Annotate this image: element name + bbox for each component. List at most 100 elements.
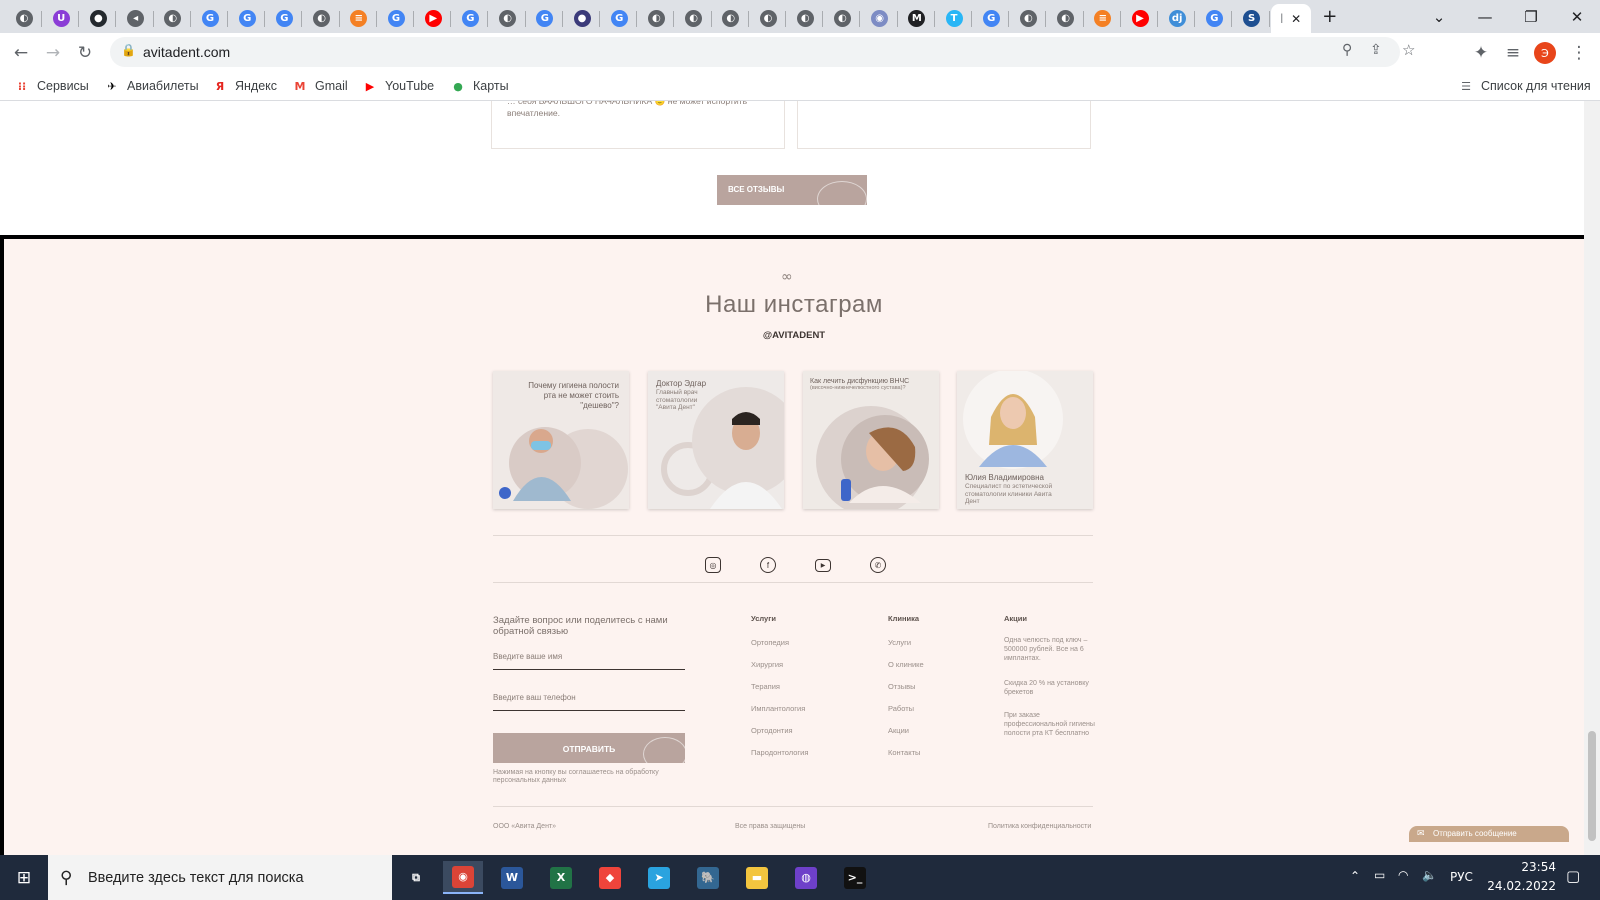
bookmark-item[interactable]: ● Карты [450,78,508,94]
browser-tab[interactable]: ◉ [862,4,898,33]
browser-tab[interactable]: ◐ [750,4,786,33]
browser-tab[interactable]: G [378,4,414,33]
browser-tab[interactable]: ≡ [1085,4,1121,33]
browser-tab[interactable]: G [229,4,266,33]
explorer-taskbar-button[interactable]: ▬ [737,861,777,894]
restore-button[interactable]: ❐ [1508,0,1554,33]
address-bar[interactable]: 🔒 avitadent.com ⚲ ⇪ ☆ [110,37,1415,67]
instagram-post-2[interactable]: Доктор Эдгар Главный врач стоматологии "… [648,371,784,509]
browser-tab[interactable]: G [527,4,563,33]
postgres-taskbar-button[interactable]: 🐘 [688,861,728,894]
telegram-taskbar-button[interactable]: ➤ [639,861,679,894]
facebook-icon[interactable]: f [760,557,776,573]
menu-kebab-icon[interactable]: ⋮ [1566,40,1592,66]
privacy-policy-link[interactable]: Политика конфиденциальности [988,823,1091,830]
browser-tab[interactable]: ◐ [490,4,526,33]
bookmark-item[interactable]: ✈ Авиабилеты [104,78,198,94]
reading-list-button[interactable]: ☰ Список для чтения [1458,78,1591,94]
browser-tab[interactable]: ● [564,4,600,33]
browser-tab[interactable]: G [452,4,489,33]
youtube-icon[interactable]: ▶ [815,559,831,572]
services-link-surgery[interactable]: Хирургия [751,660,783,669]
browser-tab[interactable]: U [43,4,80,33]
instagram-post-3[interactable]: Как лечить дисфункцию ВНЧС (височно-нижн… [803,371,939,509]
task-view-taskbar-button[interactable]: ⧉ [396,861,436,894]
word-taskbar-button[interactable]: W [492,861,532,894]
phone-input[interactable]: Введите ваш телефон [493,693,685,711]
whatsapp-icon[interactable]: ✆ [870,557,886,573]
browser-tab[interactable]: G [266,4,303,33]
windows-start-icon[interactable]: ⊞ [4,861,44,894]
clinic-link-services[interactable]: Услуги [888,638,911,647]
browser-tab[interactable]: S [1234,4,1270,33]
language-indicator[interactable]: РУС [1450,870,1473,884]
browser-tab[interactable]: ◐ [155,4,191,33]
battery-icon[interactable]: ▭ [1374,868,1385,882]
tray-chevron-icon[interactable]: ⌃ [1350,869,1360,883]
browser-tab[interactable]: ◂ [118,4,154,33]
browser-tab[interactable]: ◐ [676,4,712,33]
excel-taskbar-button[interactable]: X [541,861,581,894]
clinic-link-promos[interactable]: Акции [888,726,909,735]
bookmark-item[interactable]: ▶ YouTube [362,78,434,94]
instagram-handle[interactable]: @AVITADENT [584,330,1004,341]
browser-tab[interactable]: ◐ [713,4,749,33]
browser-tab[interactable]: G [973,4,1010,33]
all-reviews-button[interactable]: ВСЕ ОТЗЫВЫ [717,175,867,205]
clinic-link-contacts[interactable]: Контакты [888,748,920,757]
name-input[interactable]: Введите ваше имя [493,652,685,670]
promo-item[interactable]: Одна челюсть под ключ – 500000 рублей. В… [1004,636,1096,663]
services-link-orthopedics[interactable]: Ортопедия [751,638,789,647]
tab-search-icon[interactable]: ⌄ [1416,0,1462,33]
browser-tab-active[interactable]: | ✕ [1270,4,1311,33]
services-link-implantology[interactable]: Имплантология [751,704,805,713]
bookmark-item[interactable]: Я Яндекс [212,78,277,94]
browser-tab[interactable]: ◐ [1048,4,1084,33]
browser-tab[interactable]: ◐ [824,4,861,33]
notifications-icon[interactable]: ▢ [1566,867,1580,885]
browser-tab[interactable]: M [899,4,935,33]
back-icon[interactable]: ← [8,40,34,66]
browser-tab[interactable]: ▶ [1122,4,1158,33]
send-button[interactable]: ОТПРАВИТЬ [493,733,685,763]
clock-time[interactable]: 23:54 [1500,860,1556,874]
browser-tab[interactable]: G [601,4,638,33]
browser-tab[interactable]: T [936,4,972,33]
profile-avatar[interactable]: Э [1532,40,1558,66]
services-link-therapy[interactable]: Терапия [751,682,780,691]
chat-widget-button[interactable]: ✉ Отправить сообщение [1409,826,1569,842]
promo-item[interactable]: При заказе профессиональной гигиены поло… [1004,711,1096,738]
new-tab-button[interactable]: + [1315,0,1345,33]
share-icon[interactable]: ⇪ [1370,42,1382,58]
instagram-post-1[interactable]: Почему гигиена полости рта не может стои… [493,371,629,509]
browser-tab[interactable]: ▶ [415,4,452,33]
media-control-icon[interactable]: ≡ [1500,40,1526,66]
instagram-post-4[interactable]: Юлия Владимировна Специалист по эстетиче… [957,371,1093,509]
minimize-button[interactable]: — [1462,0,1508,33]
clinic-link-about[interactable]: О клинике [888,660,924,669]
browser-tab[interactable]: G [192,4,228,33]
promo-item[interactable]: Скидка 20 % на установку брекетов [1004,679,1096,697]
reload-icon[interactable]: ↻ [72,40,98,66]
bookmark-item[interactable]: ⁝⁝ Сервисы [14,78,89,94]
bookmark-item[interactable]: M Gmail [292,78,348,94]
chrome-taskbar-button[interactable]: ◉ [443,861,483,894]
url-text[interactable]: avitadent.com [143,44,230,60]
close-window-button[interactable]: ✕ [1554,0,1600,33]
services-link-periodontology[interactable]: Пародонтология [751,748,808,757]
anydesk-taskbar-button[interactable]: ◆ [590,861,630,894]
volume-icon[interactable]: 🔈 [1422,868,1437,882]
taskbar-search-box[interactable]: ⚲ Введите здесь текст для поиска [48,855,392,900]
page-scrollbar[interactable] [1584,101,1600,855]
browser-tab[interactable]: dj [1159,4,1196,33]
wifi-icon[interactable]: ◠ [1398,868,1408,882]
zoom-icon[interactable]: ⚲ [1342,42,1352,58]
browser-tab[interactable]: ● [80,4,117,33]
browser-tab[interactable]: ≡ [341,4,377,33]
close-tab-icon[interactable]: ✕ [1291,12,1301,26]
clinic-link-reviews[interactable]: Отзывы [888,682,915,691]
extensions-icon[interactable]: ✦ [1468,40,1494,66]
clinic-link-works[interactable]: Работы [888,704,914,713]
github-desktop-taskbar-button[interactable]: ◍ [786,861,826,894]
browser-tab[interactable]: ◐ [1010,4,1047,33]
